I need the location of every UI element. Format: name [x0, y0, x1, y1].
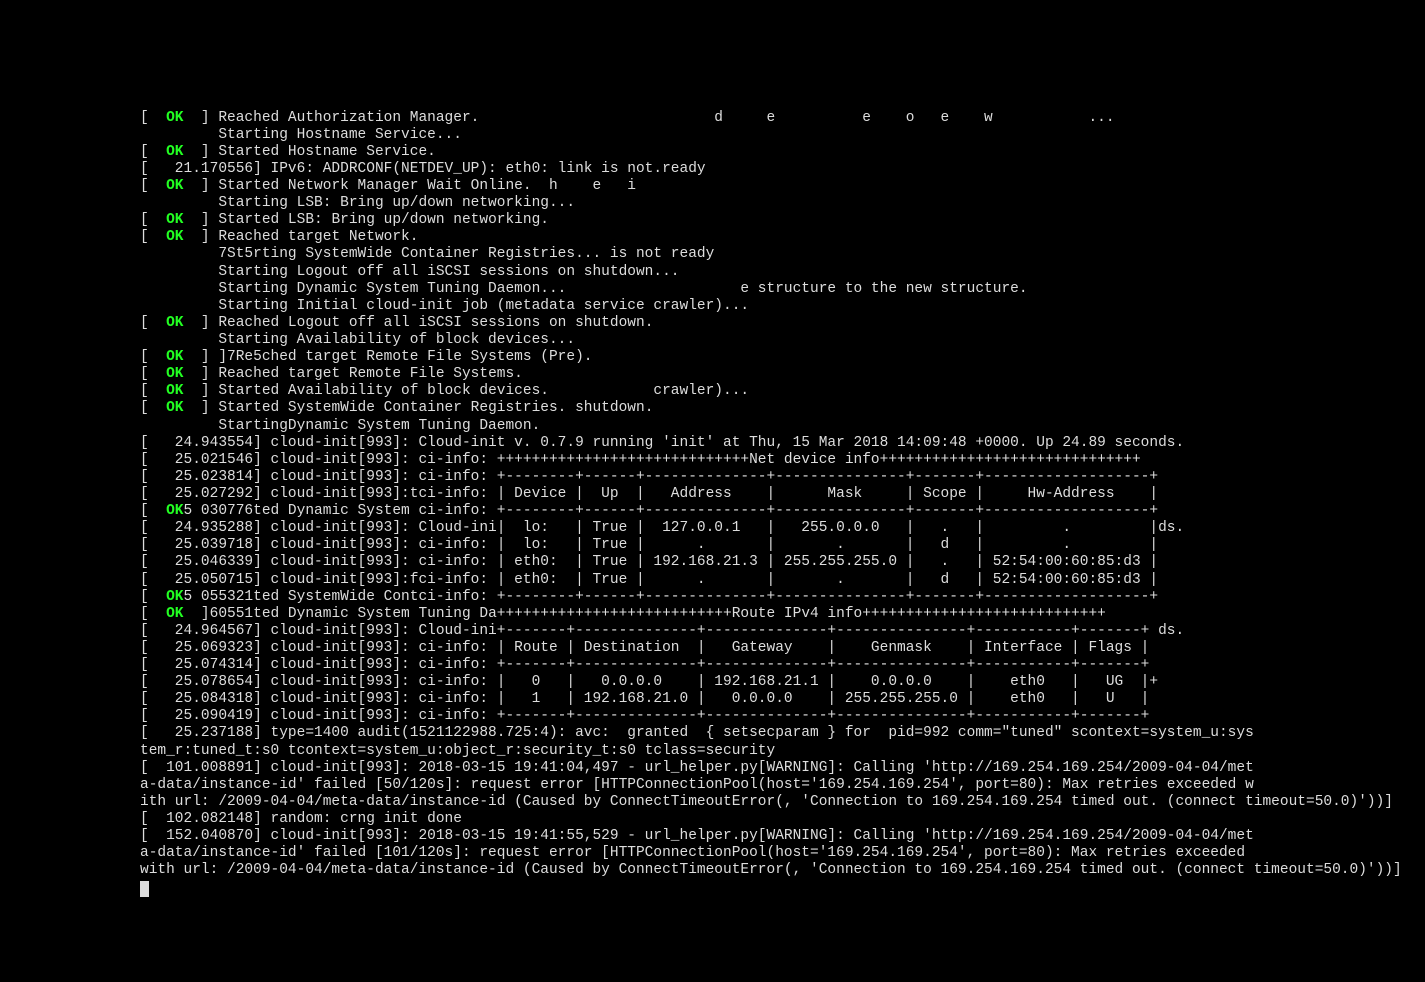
terminal-output: [ OK ] Reached Authorization Manager. d … [0, 86, 1425, 897]
cursor [140, 881, 149, 897]
